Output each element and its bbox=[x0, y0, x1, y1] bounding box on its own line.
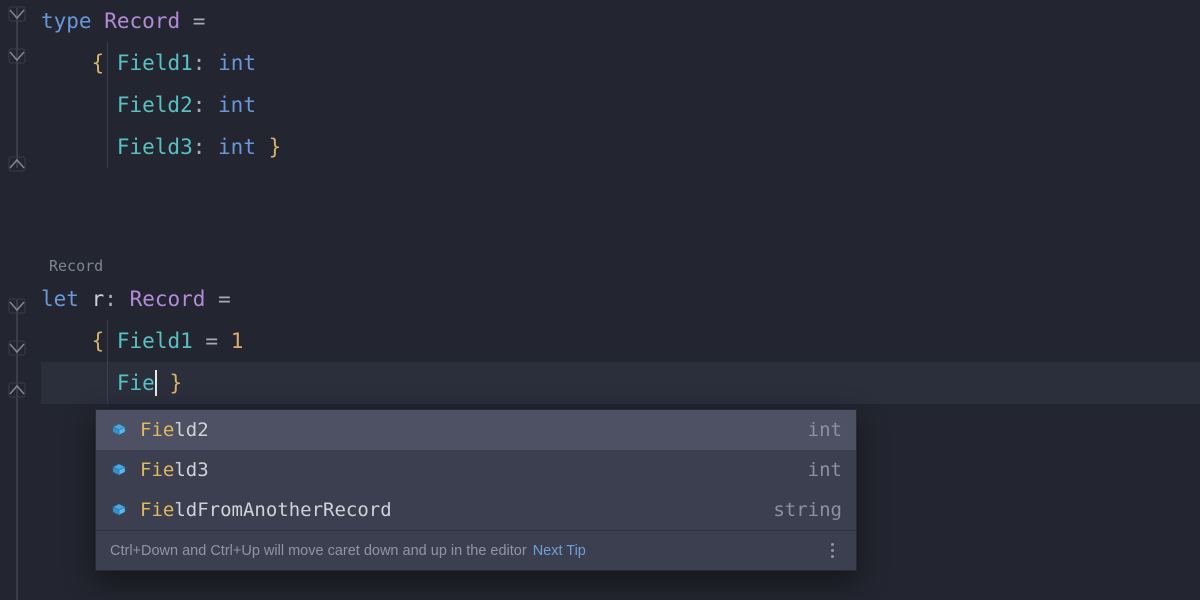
completion-item-type: int bbox=[808, 419, 842, 441]
code-line[interactable]: Field3: int } bbox=[41, 126, 1200, 168]
completion-item-type: int bbox=[808, 459, 842, 481]
gutter bbox=[0, 0, 41, 600]
code-line[interactable] bbox=[41, 210, 1200, 252]
code-line[interactable]: { Field1 = 1 bbox=[41, 320, 1200, 362]
completion-item-label: Field3 bbox=[140, 459, 796, 481]
completion-item[interactable]: FieldFromAnotherRecord string bbox=[96, 490, 856, 530]
fold-marker-open-icon[interactable] bbox=[7, 340, 27, 356]
text-caret bbox=[155, 370, 157, 396]
code-line[interactable] bbox=[41, 168, 1200, 210]
completion-hint-text: Ctrl+Down and Ctrl+Up will move caret do… bbox=[110, 543, 527, 559]
field-icon bbox=[110, 501, 128, 519]
completion-item[interactable]: Field2 int bbox=[96, 410, 856, 450]
completion-item-type: string bbox=[773, 499, 842, 521]
next-tip-link[interactable]: Next Tip bbox=[533, 543, 586, 559]
completion-item-label: Field2 bbox=[140, 419, 796, 441]
code-line[interactable]: Record bbox=[41, 252, 1200, 278]
completion-popup: Field2 int Field3 int FieldFromAnotherRecord… bbox=[95, 409, 857, 571]
completion-item-label: FieldFromAnotherRecord bbox=[140, 499, 761, 521]
completion-footer: Ctrl+Down and Ctrl+Up will move caret do… bbox=[96, 530, 856, 570]
field-icon bbox=[110, 461, 128, 479]
fold-marker-open-icon[interactable] bbox=[7, 48, 27, 64]
fold-marker-close-icon[interactable] bbox=[7, 382, 27, 398]
code-line[interactable]: Fie } bbox=[41, 362, 1200, 404]
code-area[interactable]: type Record = { Field1: int Field2: int … bbox=[41, 0, 1200, 404]
code-line[interactable]: let r: Record = bbox=[41, 278, 1200, 320]
fold-marker-open-icon[interactable] bbox=[7, 298, 27, 314]
more-options-icon[interactable] bbox=[822, 541, 842, 561]
code-editor[interactable]: type Record = { Field1: int Field2: int … bbox=[0, 0, 1200, 600]
code-line[interactable]: type Record = bbox=[41, 0, 1200, 42]
code-line[interactable]: Field2: int bbox=[41, 84, 1200, 126]
field-icon bbox=[110, 421, 128, 439]
fold-marker-open-icon[interactable] bbox=[7, 6, 27, 22]
fold-marker-close-icon[interactable] bbox=[7, 156, 27, 172]
fold-column bbox=[7, 0, 27, 600]
completion-item[interactable]: Field3 int bbox=[96, 450, 856, 490]
inlay-hint: Record bbox=[41, 253, 111, 279]
code-line[interactable]: { Field1: int bbox=[41, 42, 1200, 84]
